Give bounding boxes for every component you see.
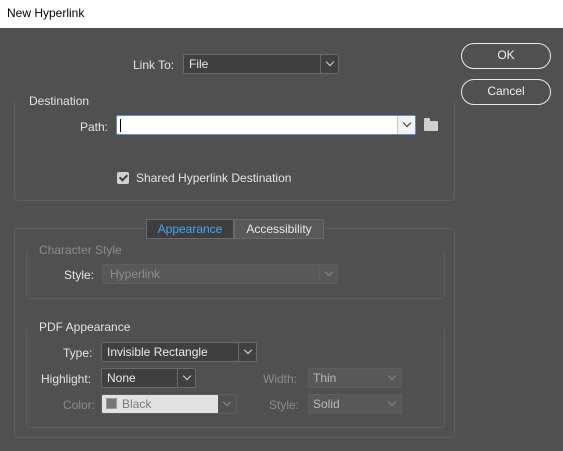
border-style-chevron-icon[interactable] xyxy=(383,395,401,413)
path-chevron-down-icon[interactable] xyxy=(397,116,415,134)
link-to-dropdown[interactable]: File xyxy=(183,54,339,74)
chevron-down-icon[interactable] xyxy=(320,55,338,73)
shared-destination-label: Shared Hyperlink Destination xyxy=(136,171,292,185)
char-style-dropdown[interactable]: Hyperlink xyxy=(102,264,338,284)
text-cursor xyxy=(120,119,121,132)
highlight-chevron-icon[interactable] xyxy=(177,369,195,387)
highlight-dropdown[interactable]: None xyxy=(101,368,196,388)
border-style-dropdown[interactable]: Solid xyxy=(308,394,402,414)
window-title: New Hyperlink xyxy=(0,0,563,28)
shared-destination-checkbox[interactable] xyxy=(117,172,129,184)
width-label: Width: xyxy=(263,372,298,386)
width-chevron-icon[interactable] xyxy=(383,369,401,387)
path-label: Path: xyxy=(80,120,109,134)
width-dropdown[interactable]: Thin xyxy=(308,368,402,388)
type-dropdown[interactable]: Invisible Rectangle xyxy=(101,342,257,362)
path-combobox[interactable] xyxy=(116,115,416,135)
char-style-chevron-icon[interactable] xyxy=(319,265,337,283)
highlight-label: Highlight: xyxy=(41,372,92,386)
color-swatch xyxy=(106,398,117,409)
highlight-value: None xyxy=(107,371,136,385)
type-chevron-icon[interactable] xyxy=(238,343,256,361)
folder-icon[interactable] xyxy=(424,118,438,131)
color-dropdown[interactable]: Black xyxy=(101,394,237,414)
border-style-value: Solid xyxy=(313,397,340,411)
char-style-label: Style: xyxy=(64,268,95,282)
type-value: Invisible Rectangle xyxy=(107,345,208,359)
color-value: Black xyxy=(122,397,152,411)
border-style-label: Style: xyxy=(269,398,300,412)
cancel-button[interactable]: Cancel xyxy=(461,79,551,105)
link-to-label: Link To: xyxy=(133,58,175,72)
color-chevron-icon[interactable] xyxy=(218,395,236,413)
ok-button[interactable]: OK xyxy=(461,43,551,69)
type-label: Type: xyxy=(63,346,93,360)
tab-appearance[interactable]: Appearance xyxy=(146,219,234,239)
link-to-value: File xyxy=(189,57,209,71)
tab-accessibility[interactable]: Accessibility xyxy=(234,219,324,239)
width-value: Thin xyxy=(313,371,337,385)
color-label: Color: xyxy=(63,398,96,412)
char-style-value: Hyperlink xyxy=(110,267,161,281)
